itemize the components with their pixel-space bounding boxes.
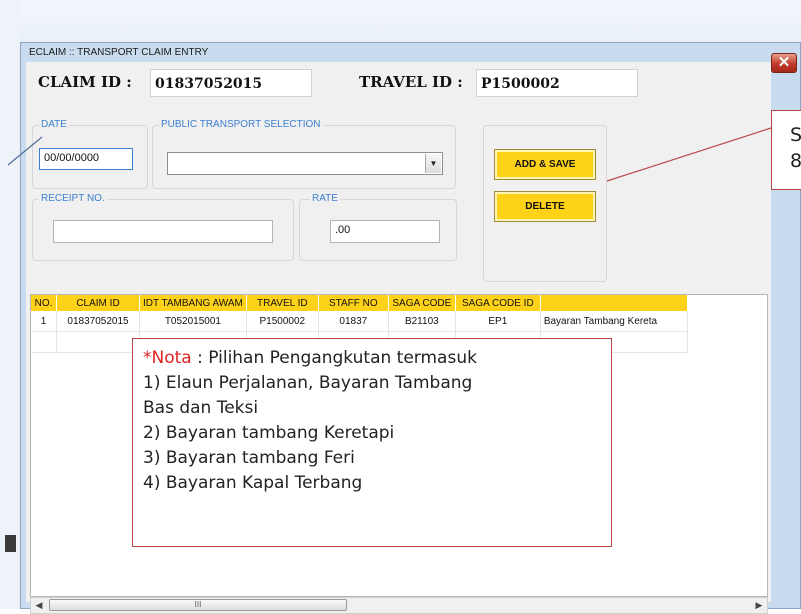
table-row[interactable]: 1 01837052015 T052015001 P1500002 01837 … [31, 311, 688, 332]
table-cell[interactable] [56, 331, 140, 353]
table-cell[interactable]: P1500002 [246, 311, 319, 332]
note-line-3: Bas dan Teksi [143, 398, 259, 418]
callout-line-1: S [790, 124, 801, 146]
date-group: DATE 00/00/0000 [32, 119, 148, 189]
add-save-button[interactable]: ADD & SAVE [494, 149, 596, 180]
grip-icon: III [194, 600, 202, 609]
note-line-5: 3) Bayaran tambang Feri [143, 448, 355, 468]
delete-button[interactable]: DELETE [494, 191, 596, 222]
note-marker: *Nota [143, 348, 192, 368]
column-header[interactable]: NO. [31, 295, 57, 311]
left-edge-marker [5, 535, 16, 552]
note-line-6: 4) Bayaran Kapal Terbang [143, 473, 363, 493]
note-line-1: *Nota : Pilihan Pengangkutan termasuk [143, 346, 611, 371]
column-header[interactable] [540, 295, 688, 311]
public-transport-legend: PUBLIC TRANSPORT SELECTION [159, 119, 323, 130]
rate-legend: RATE [310, 193, 340, 204]
claim-id-field[interactable]: 01837052015 [150, 69, 312, 97]
note-line-1-text: : Pilihan Pengangkutan termasuk [191, 348, 477, 368]
column-header[interactable]: SAGA CODE ID [455, 295, 541, 311]
table-cell[interactable] [31, 331, 57, 353]
callout-line-2: 8 [790, 150, 801, 172]
receipt-legend: RECEIPT NO. [39, 193, 107, 204]
chevron-down-icon[interactable]: ▼ [425, 154, 441, 173]
public-transport-group: PUBLIC TRANSPORT SELECTION ▼ [152, 119, 456, 189]
close-button[interactable]: ✕ [771, 53, 797, 73]
column-header[interactable]: SAGA CODE [388, 295, 456, 311]
note-line-4: 2) Bayaran tambang Keretapi [143, 423, 395, 443]
column-header[interactable]: TRAVEL ID [246, 295, 319, 311]
receipt-group: RECEIPT NO. [32, 193, 294, 261]
date-legend: DATE [39, 119, 69, 130]
column-header[interactable]: CLAIM ID [56, 295, 140, 311]
table-cell[interactable]: B21103 [388, 311, 456, 332]
date-input[interactable]: 00/00/0000 [39, 148, 133, 170]
rate-input[interactable]: .00 [330, 220, 440, 243]
action-buttons-group: ADD & SAVE DELETE [483, 125, 607, 282]
close-icon: ✕ [777, 54, 791, 71]
note-line-2: 1) Elaun Perjalanan, Bayaran Tambang [143, 373, 473, 393]
scrollbar-thumb[interactable]: III [49, 599, 347, 611]
travel-id-label: TRAVEL ID : [359, 73, 463, 91]
column-header[interactable]: STAFF NO [318, 295, 389, 311]
horizontal-scrollbar[interactable]: ◀ III ▶ [30, 597, 768, 614]
travel-id-field[interactable]: P1500002 [476, 69, 638, 97]
rate-group: RATE .00 [299, 193, 457, 261]
scroll-left-icon[interactable]: ◀ [31, 598, 47, 613]
annotation-note: *Nota : Pilihan Pengangkutan termasuk 1)… [132, 338, 612, 547]
scroll-right-icon[interactable]: ▶ [751, 598, 767, 613]
window-title: ECLAIM :: TRANSPORT CLAIM ENTRY [29, 47, 209, 58]
public-transport-select[interactable]: ▼ [167, 152, 443, 175]
table-cell[interactable]: T052015001 [139, 311, 247, 332]
claim-id-label: CLAIM ID : [38, 73, 132, 91]
desktop-background [0, 0, 801, 42]
table-cell[interactable]: EP1 [455, 311, 541, 332]
column-header[interactable]: IDT TAMBANG AWAM [139, 295, 247, 311]
table-header-row: NO. CLAIM ID IDT TAMBANG AWAM TRAVEL ID … [31, 295, 688, 311]
annotation-callout: S 8 [771, 110, 801, 190]
table-cell[interactable]: Bayaran Tambang Kereta [540, 311, 688, 332]
table-cell[interactable]: 01837052015 [56, 311, 140, 332]
table-cell[interactable]: 01837 [318, 311, 389, 332]
receipt-input[interactable] [53, 220, 273, 243]
table-cell[interactable]: 1 [31, 311, 57, 332]
desktop-background-left [0, 0, 20, 609]
